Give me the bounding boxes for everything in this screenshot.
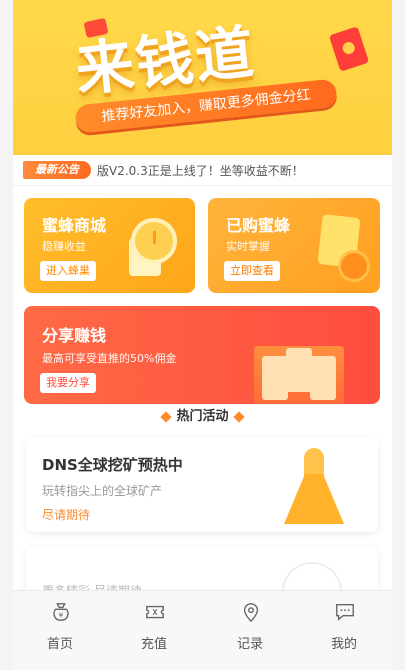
clock-icon	[131, 218, 177, 264]
tab-records-label: 记录	[236, 637, 263, 652]
hot-activities-header: 热门活动	[13, 405, 392, 429]
svg-text:¥: ¥	[59, 611, 64, 620]
promo-banner[interactable]: 来钱道 推荐好友加入，赚取更多佣金分红	[13, 0, 392, 155]
money-bag-icon: ¥	[53, 603, 69, 621]
bought-bees-card[interactable]: 已购蜜蜂 实时掌握 立即查看	[208, 198, 380, 293]
left-edge	[0, 0, 13, 670]
tab-recharge[interactable]: 充值	[107, 591, 201, 670]
share-earn-title: 分享赚钱	[42, 326, 107, 345]
ticket-icon	[310, 356, 336, 400]
coin-icon	[338, 250, 370, 282]
sparkle-icon	[232, 410, 245, 423]
activity-desc: 玩转指尖上的全球矿产	[42, 484, 163, 498]
tab-home[interactable]: ¥ 首页	[13, 591, 107, 670]
view-now-button[interactable]: 立即查看	[224, 261, 280, 281]
tab-recharge-label: 充值	[140, 637, 167, 652]
enter-hive-button[interactable]: 进入蜂巢	[40, 261, 96, 281]
red-envelope-icon	[328, 26, 370, 72]
tab-records[interactable]: 记录	[203, 591, 297, 670]
announcement-text: 版V2.0.3正是上线了！坐等收益不断！	[97, 164, 304, 178]
location-pin-icon	[243, 603, 259, 623]
share-earn-card[interactable]: 分享赚钱 最高可享受直推的50%佣金 我要分享	[24, 306, 380, 404]
ticket-icon	[262, 356, 288, 400]
bought-bees-title: 已购蜜蜂	[226, 216, 291, 235]
gift-box-icon	[254, 346, 344, 404]
dress-icon	[284, 448, 344, 526]
announcement-tag: 最新公告	[23, 161, 91, 179]
share-earn-desc: 最高可享受直推的50%佣金	[42, 352, 177, 365]
bee-mall-card[interactable]: 蜜蜂商城 稳赚收益 进入蜂巢	[24, 198, 195, 293]
activity-status: 尽请期待	[42, 508, 91, 522]
share-button[interactable]: 我要分享	[40, 373, 96, 393]
activity-card-dns-mining[interactable]: DNS全球挖矿预热中 玩转指尖上的全球矿产 尽请期待	[26, 438, 378, 532]
bought-bees-desc: 实时掌握	[226, 240, 270, 253]
announcement-bar[interactable]: 最新公告 版V2.0.3正是上线了！坐等收益不断！	[13, 155, 392, 186]
hot-activities-title: 热门活动	[176, 409, 229, 424]
activity-title: DNS全球挖矿预热中	[42, 456, 183, 474]
chat-bubble-icon	[336, 603, 354, 621]
tab-home-label: 首页	[46, 637, 73, 652]
tab-mine[interactable]: 我的	[297, 591, 391, 670]
bottom-tab-bar: ¥ 首页 充值 记录 我的	[13, 590, 392, 670]
tab-mine-label: 我的	[330, 637, 357, 652]
right-edge	[392, 0, 405, 670]
app-root: 来钱道 推荐好友加入，赚取更多佣金分红 最新公告 版V2.0.3正是上线了！坐等…	[0, 0, 405, 670]
ticket-icon	[286, 348, 312, 392]
bee-mall-title: 蜜蜂商城	[42, 216, 107, 235]
bee-mall-desc: 稳赚收益	[42, 240, 86, 253]
sparkle-icon	[160, 410, 173, 423]
ticket-icon	[146, 605, 164, 619]
